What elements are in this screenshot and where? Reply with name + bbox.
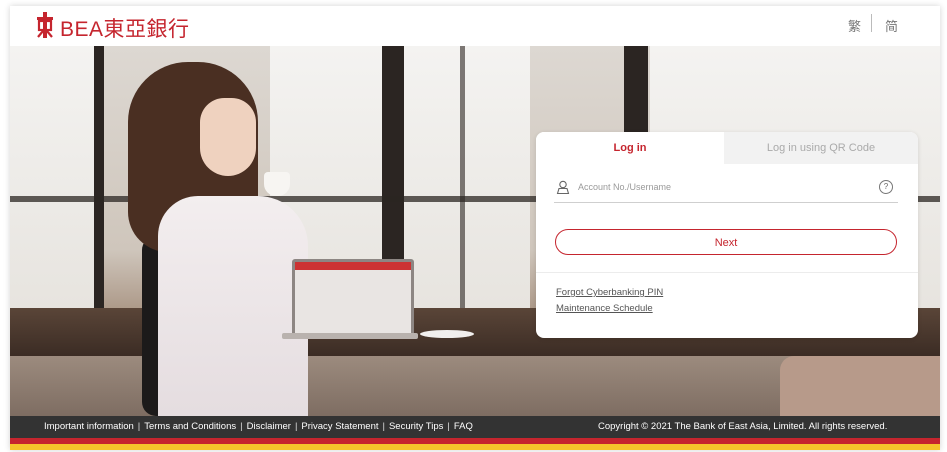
footer-separator: | [294,421,298,432]
card-divider [536,272,918,273]
footer-link-privacy[interactable]: Privacy Statement [301,421,378,432]
footer-links: Important information | Terms and Conditio… [44,416,473,438]
window-frame [460,46,465,308]
footer-separator: | [137,421,141,432]
footer: Important information | Terms and Conditio… [10,416,940,438]
footer-link-terms[interactable]: Terms and Conditions [144,421,236,432]
laptop [292,259,414,337]
footer-link-security-tips[interactable]: Security Tips [389,421,443,432]
footer-link-disclaimer[interactable]: Disclaimer [247,421,291,432]
forgot-pin-link[interactable]: Forgot Cyberbanking PIN [556,287,663,298]
tab-login[interactable]: Log in [536,132,724,164]
copyright-text: Copyright © 2021 The Bank of East Asia, … [598,421,888,432]
lang-simplified-link[interactable]: 简 [885,16,898,35]
help-icon[interactable]: ? [879,180,893,194]
username-input[interactable] [576,176,870,198]
saucer [420,330,474,338]
lang-traditional-link[interactable]: 繁 [848,16,861,35]
woman-face [200,98,256,176]
lang-divider [871,14,872,32]
next-button[interactable]: Next [555,229,897,255]
bea-logo-icon[interactable] [36,12,54,38]
footer-link-important-info[interactable]: Important information [44,421,134,432]
header: BEA東亞銀行 繁 简 [10,6,940,46]
input-underline [554,202,898,203]
footer-separator: | [447,421,450,432]
brand-stripe-yellow [10,444,940,450]
footer-link-faq[interactable]: FAQ [454,421,473,432]
tab-qr-login[interactable]: Log in using QR Code [724,132,918,164]
login-card: Log in Log in using QR Code ? Next Forgo… [536,132,918,338]
coffee-cup [264,172,290,196]
page-frame: BEA東亞銀行 繁 简 Log in Log in using QR Code [10,6,940,450]
woman-body [158,196,308,416]
armchair [780,356,940,416]
maintenance-schedule-link[interactable]: Maintenance Schedule [556,303,653,314]
user-icon [556,180,570,194]
window-pane [10,46,100,308]
brand-name[interactable]: BEA東亞銀行 [60,13,190,43]
footer-separator: | [382,421,385,432]
footer-separator: | [240,421,243,432]
laptop-base [282,333,418,339]
